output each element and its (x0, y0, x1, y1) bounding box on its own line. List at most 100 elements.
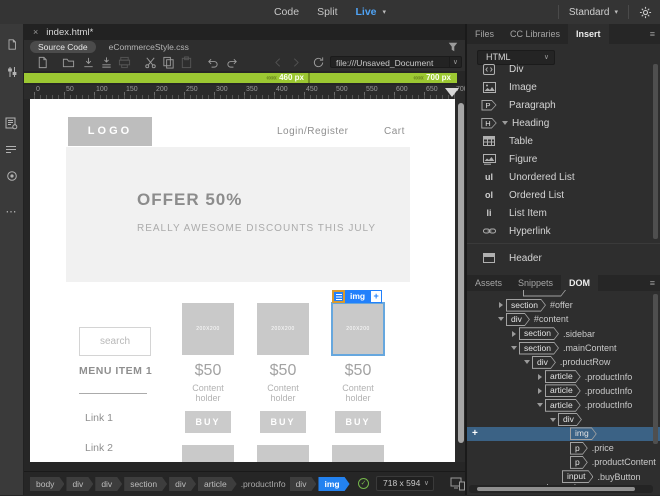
expander-collapsed-icon[interactable] (495, 302, 506, 309)
redo-icon[interactable] (226, 56, 239, 69)
product-image-placeholder[interactable] (257, 445, 309, 462)
address-dropdown-chevron-icon[interactable]: ∨ (448, 57, 458, 68)
selected-product-image-placeholder[interactable]: 200X200 (331, 302, 385, 356)
canvas-scrollbar-thumb[interactable] (458, 103, 464, 443)
dom-tag-pill[interactable]: img (570, 427, 597, 440)
dom-tag-pill[interactable]: div (532, 356, 556, 369)
dom-qualifier[interactable]: .price (592, 443, 614, 453)
expander-expanded-icon[interactable] (534, 403, 545, 408)
dom-row-p-productcontent[interactable]: p .productContent (467, 455, 660, 469)
insert-item-unordered-list[interactable]: ul Unordered List (467, 168, 660, 186)
dom-tag-pill[interactable]: div (506, 313, 530, 326)
dom-qualifier[interactable]: .productRow (560, 357, 611, 367)
tab-assets[interactable]: Assets (467, 275, 510, 291)
dom-qualifier[interactable]: .sidebar (563, 329, 595, 339)
tag-selector-item[interactable]: section (124, 477, 167, 491)
insert-item-header[interactable]: Header (467, 249, 660, 267)
live-view-caret-icon[interactable]: ▾ (383, 8, 387, 16)
dom-tag-pill[interactable]: article (545, 399, 581, 412)
document-size-selector[interactable]: 718 x 594 ∨ (376, 476, 434, 491)
file-management-sliders-icon[interactable] (6, 66, 18, 78)
copy-icon[interactable] (162, 56, 175, 69)
ruler-resize-marker-icon[interactable] (445, 88, 459, 97)
tag-selector-selected-item[interactable]: img (318, 477, 349, 491)
dom-row-p-price[interactable]: p .price (467, 441, 660, 455)
save-icon[interactable] (82, 56, 95, 69)
tag-selector-item[interactable]: div (290, 477, 317, 491)
insert-item-heading[interactable]: H Heading (467, 114, 660, 132)
dom-row-section-sidebar[interactable]: section .sidebar (467, 327, 660, 341)
insert-item-image[interactable]: Image (467, 78, 660, 96)
split-view-button[interactable]: Split (317, 6, 337, 18)
dom-row-section-maincontent[interactable]: section .mainContent (467, 341, 660, 355)
dom-tag-pill[interactable]: p (570, 456, 588, 469)
close-document-icon[interactable]: × (33, 27, 38, 37)
dom-tag-pill[interactable]: article (545, 370, 581, 383)
expander-expanded-icon[interactable] (521, 360, 532, 365)
source-code-button[interactable]: Source Code (30, 41, 96, 53)
sync-settings-gear-icon[interactable] (639, 6, 652, 19)
dom-row-input-buybutton[interactable]: input .buyButton (467, 470, 660, 484)
buy-button[interactable]: BUY (185, 411, 231, 433)
refresh-icon[interactable] (312, 56, 325, 69)
insert-item-hyperlink[interactable]: Hyperlink (467, 222, 660, 240)
dom-tag-pill[interactable]: input (562, 470, 593, 483)
code-view-button[interactable]: Code (274, 6, 299, 18)
login-register-link[interactable]: Login/Register (277, 126, 348, 137)
dom-row-div[interactable]: div (467, 412, 660, 426)
dom-row-article-productinfo[interactable]: article .productInfo (467, 384, 660, 398)
filter-related-files-icon[interactable] (447, 41, 459, 53)
dom-qualifier[interactable]: .productInfo (585, 400, 633, 410)
dom-tag-pill[interactable]: p (570, 442, 588, 455)
cut-scissors-icon[interactable] (144, 56, 157, 69)
element-display-add-icon[interactable]: + (370, 290, 383, 303)
tab-snippets[interactable]: Snippets (510, 275, 561, 291)
paste-icon[interactable] (180, 56, 193, 69)
tab-insert[interactable]: Insert (568, 24, 609, 44)
tag-selector-item[interactable]: div (95, 477, 122, 491)
product-image-placeholder[interactable] (182, 445, 234, 462)
tag-selector-class[interactable]: .productInfo (239, 477, 288, 491)
product-image-placeholder[interactable]: 200X200 (257, 303, 309, 355)
new-file-icon[interactable] (36, 56, 49, 69)
dom-tag-pill[interactable]: section (519, 342, 559, 355)
undo-icon[interactable] (206, 56, 219, 69)
more-tools-icon[interactable]: ⋯ (6, 205, 18, 218)
device-preview-icon[interactable] (450, 476, 466, 491)
back-arrow-icon[interactable] (272, 56, 284, 69)
tag-selector-item[interactable]: article (198, 477, 237, 491)
buy-button[interactable]: BUY (335, 411, 381, 433)
media-query-segment[interactable]: ‹‹‹‹‹‹ 700 px (308, 73, 455, 83)
media-query-green-bar[interactable]: ‹‹‹‹‹‹ 460 px ‹‹‹‹‹‹ 700 px (24, 73, 457, 83)
dom-qualifier[interactable]: .productInfo (585, 386, 633, 396)
tab-files[interactable]: Files (467, 24, 502, 44)
dom-qualifier[interactable]: #offer (550, 300, 573, 310)
print-icon[interactable] (118, 56, 131, 69)
dom-tag-pill[interactable]: article (545, 384, 581, 397)
dom-qualifier[interactable]: .productInfo (585, 372, 633, 382)
expander-collapsed-icon[interactable] (534, 387, 545, 394)
forward-arrow-icon[interactable] (290, 56, 302, 69)
linting-target-icon[interactable] (6, 170, 18, 182)
css-designer-lines-icon[interactable] (6, 145, 17, 155)
lint-ok-check-icon[interactable]: ✓ (358, 478, 369, 489)
tab-cc-libraries[interactable]: CC Libraries (502, 24, 568, 44)
insert-panel-scrollbar-thumb[interactable] (653, 64, 658, 239)
dom-qualifier[interactable]: #content (534, 314, 569, 324)
tag-selector-item[interactable]: div (66, 477, 93, 491)
offer-banner-section[interactable]: OFFER 50% REALLY AWESOME DISCOUNTS THIS … (66, 147, 410, 282)
page-logo[interactable]: LOGO (68, 117, 152, 146)
element-display-tag-label[interactable]: img (345, 290, 371, 303)
cart-link[interactable]: Cart (384, 126, 405, 137)
dom-horizontal-scrollbar-thumb[interactable] (477, 487, 635, 491)
sidebar-link-2[interactable]: Link 2 (85, 442, 113, 454)
expander-expanded-icon[interactable] (547, 417, 558, 422)
search-input[interactable]: search (79, 327, 151, 356)
live-view-button[interactable]: Live (356, 6, 377, 18)
element-display-hamburger-icon[interactable] (332, 290, 345, 303)
related-css-file[interactable]: eCommerceStyle.css (109, 42, 189, 52)
dom-panel-scrollbar-thumb[interactable] (653, 294, 658, 444)
insert-item-div[interactable]: Div (467, 60, 660, 78)
insert-item-table[interactable]: Table (467, 132, 660, 150)
tag-selector-item[interactable]: div (169, 477, 196, 491)
